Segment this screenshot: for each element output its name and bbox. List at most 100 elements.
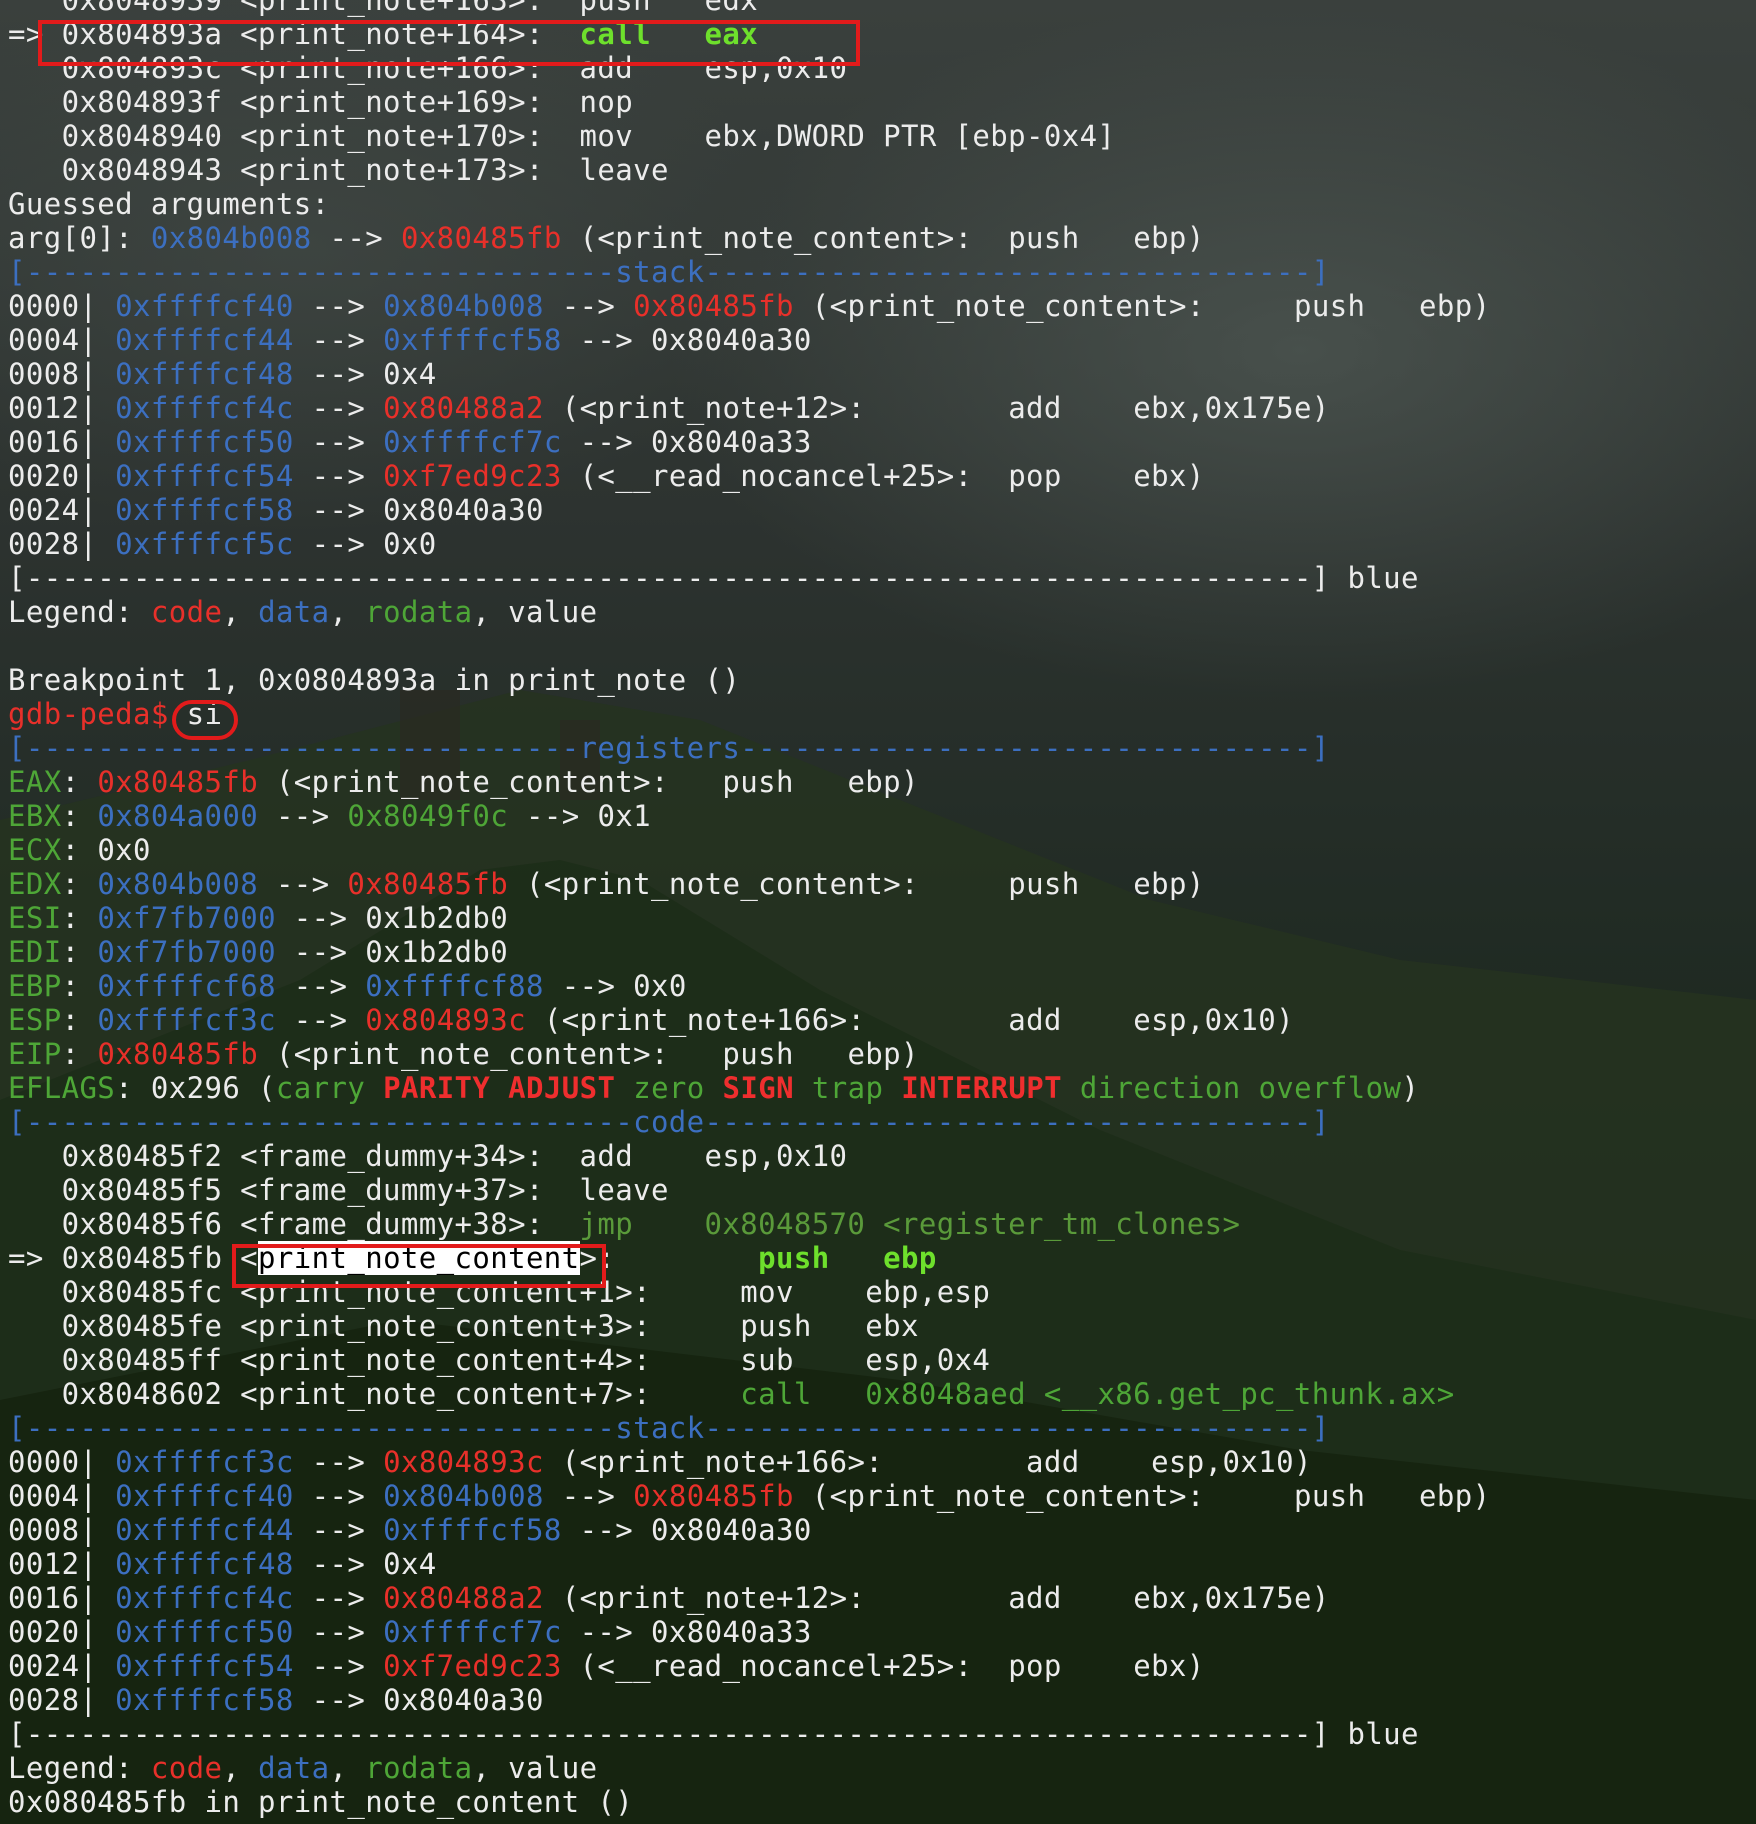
- terminal-text: 0x80485fb: [633, 1479, 794, 1513]
- terminal-text: direction: [1079, 1071, 1241, 1105]
- terminal-line: 0020| 0xffffcf54 --> 0xf7ed9c23 (<__read…: [8, 459, 1205, 493]
- terminal-text: 0xffffcf88: [365, 969, 544, 1003]
- terminal-text: -->: [293, 1445, 384, 1479]
- terminal-text: --> 0x1b2db0: [275, 935, 509, 969]
- terminal-text: PARITY: [383, 1071, 491, 1105]
- terminal-text: 0xffffcf54: [115, 459, 294, 493]
- terminal-line: ESP: 0xffffcf3c --> 0x804893c (<print_no…: [8, 1003, 1294, 1037]
- terminal-text: : 0x296 (: [115, 1071, 276, 1105]
- terminal-text: rodata: [365, 595, 473, 629]
- terminal-line: 0x804893f <print_note+169>: nop: [8, 85, 633, 119]
- terminal-text: 0x804b008: [150, 221, 312, 255]
- terminal-text: 0x80485fb: [97, 765, 259, 799]
- terminal-line: 0x80485f2 <frame_dummy+34>: add esp,0x10: [8, 1139, 847, 1173]
- terminal-text: 0x80485ff <print_note_content+4>: sub es…: [8, 1343, 991, 1377]
- terminal-text: jmp 0x8048570 <register_tm_clones>: [579, 1207, 1241, 1241]
- terminal-text: ADJUST: [508, 1071, 616, 1105]
- terminal-text: -->: [293, 459, 384, 493]
- terminal-text: (<print_note_content>: push ebp): [258, 1037, 919, 1071]
- terminal-line: [---------------------------------stack-…: [8, 255, 1330, 289]
- terminal-text: -->: [293, 1581, 384, 1615]
- terminal-text: Legend:: [8, 1751, 151, 1785]
- terminal-text: 0x8048943 <print_note+173>: leave: [8, 153, 669, 187]
- terminal-text: EBP: [8, 969, 62, 1003]
- terminal-text: -->: [293, 425, 384, 459]
- terminal-line: 0004| 0xffffcf44 --> 0xffffcf58 --> 0x80…: [8, 323, 812, 357]
- terminal-line: 0x8048943 <print_note+173>: leave: [8, 153, 669, 187]
- terminal-line: 0x080485fb in print_note_content (): [8, 1785, 633, 1819]
- terminal-text: 0016|: [8, 1581, 116, 1615]
- terminal-text: 0020|: [8, 459, 116, 493]
- terminal-text: 0x80485fb: [97, 1037, 259, 1071]
- terminal-text: 0xf7ed9c23: [383, 459, 562, 493]
- terminal-text: data: [258, 595, 330, 629]
- terminal-text: INTERRUPT: [901, 1071, 1062, 1105]
- terminal-text: ESI: [8, 901, 62, 935]
- terminal-text: 0xffffcf50: [115, 1615, 294, 1649]
- terminal-text: Breakpoint 1, 0x0804893a in print_note (…: [8, 663, 741, 697]
- terminal-text: -->: [543, 289, 634, 323]
- terminal-text: --> 0x8040a30: [293, 1683, 544, 1717]
- terminal-text: ,: [329, 595, 366, 629]
- terminal-text: :: [61, 867, 98, 901]
- terminal-text: 0x080485fb in print_note_content (): [8, 1785, 634, 1819]
- terminal-text: 0xffffcf58: [115, 1683, 294, 1717]
- terminal-text: 0x804893f <print_note+169>: nop: [8, 85, 634, 119]
- terminal-text: code: [150, 1751, 223, 1785]
- terminal-text: -->: [293, 1649, 384, 1683]
- terminal-text: 0xffffcf48: [115, 1547, 294, 1581]
- terminal-text: 0xf7fb7000: [97, 935, 276, 969]
- terminal-text: 0x80485fe <print_note_content+3>: push e…: [8, 1309, 919, 1343]
- terminal-text: 0x80485fb: [400, 221, 562, 255]
- terminal-text: (<print_note+12>: add ebx,0x175e): [543, 1581, 1330, 1615]
- terminal-text: -->: [311, 221, 401, 255]
- terminal-text: EDI: [8, 935, 62, 969]
- terminal-text: 0000|: [8, 1445, 116, 1479]
- terminal-line: EDX: 0x804b008 --> 0x80485fb (<print_not…: [8, 867, 1205, 901]
- terminal-text: 0xffffcf58: [115, 493, 294, 527]
- terminal-text: 0xffffcf7c: [383, 425, 562, 459]
- terminal-text: 0028|: [8, 527, 116, 561]
- terminal-text: 0x80485fb: [347, 867, 509, 901]
- terminal-text: 0x804893c: [365, 1003, 526, 1037]
- terminal-text: 0024|: [8, 1649, 116, 1683]
- terminal-text: -->: [293, 1615, 384, 1649]
- terminal-line: ECX: 0x0: [8, 833, 151, 867]
- terminal-text: -->: [258, 867, 348, 901]
- terminal-line: Breakpoint 1, 0x0804893a in print_note (…: [8, 663, 740, 697]
- terminal-text: 0x804b008: [383, 1479, 544, 1513]
- terminal-text: call 0x8048aed <__x86.get_pc_thunk.ax>: [740, 1377, 1455, 1411]
- terminal-text: ECX: [8, 833, 62, 867]
- terminal-text: 0x8048939 <print_note+163>: push edx: [8, 0, 759, 17]
- terminal-text: 0004|: [8, 323, 116, 357]
- current-instruction-highlight: [38, 20, 860, 66]
- terminal-text: --> 0x0: [543, 969, 687, 1003]
- terminal-text: rodata: [365, 1751, 473, 1785]
- terminal-text: Legend:: [8, 595, 151, 629]
- terminal-text: EFLAGS: [8, 1071, 116, 1105]
- terminal-text: 0xffffcf7c: [383, 1615, 562, 1649]
- terminal-text: --> 0x8040a33: [561, 425, 812, 459]
- terminal-text: (<print_note_content>: push ebp): [793, 289, 1491, 323]
- terminal-line: 0024| 0xffffcf54 --> 0xf7ed9c23 (<__read…: [8, 1649, 1205, 1683]
- terminal-text: 0x8049f0c: [347, 799, 509, 833]
- terminal-line: 0012| 0xffffcf4c --> 0x80488a2 (<print_n…: [8, 391, 1330, 425]
- terminal-text: 0x80485fb: [633, 289, 794, 323]
- terminal-text: :: [61, 1037, 98, 1071]
- terminal-text: --> 0x8040a30: [561, 1513, 812, 1547]
- terminal-line: 0028| 0xffffcf58 --> 0x8040a30: [8, 1683, 544, 1717]
- terminal-line: 0000| 0xffffcf40 --> 0x804b008 --> 0x804…: [8, 289, 1490, 323]
- terminal-text: (<__read_nocancel+25>: pop ebx): [561, 459, 1205, 493]
- terminal-text: ESP: [8, 1003, 62, 1037]
- terminal-text: -->: [293, 323, 384, 357]
- terminal-text: :: [61, 1003, 98, 1037]
- terminal-line: 0016| 0xffffcf50 --> 0xffffcf7c --> 0x80…: [8, 425, 812, 459]
- terminal-text: 0x80485f5 <frame_dummy+37>: leave: [8, 1173, 669, 1207]
- si-command-highlight: [172, 700, 238, 740]
- terminal-text: -->: [543, 1479, 634, 1513]
- terminal-text: gdb-peda$: [8, 697, 169, 731]
- terminal-text: 0x8048602 <print_note_content+7>:: [8, 1377, 741, 1411]
- terminal-text: 0xffffcf58: [383, 1513, 562, 1547]
